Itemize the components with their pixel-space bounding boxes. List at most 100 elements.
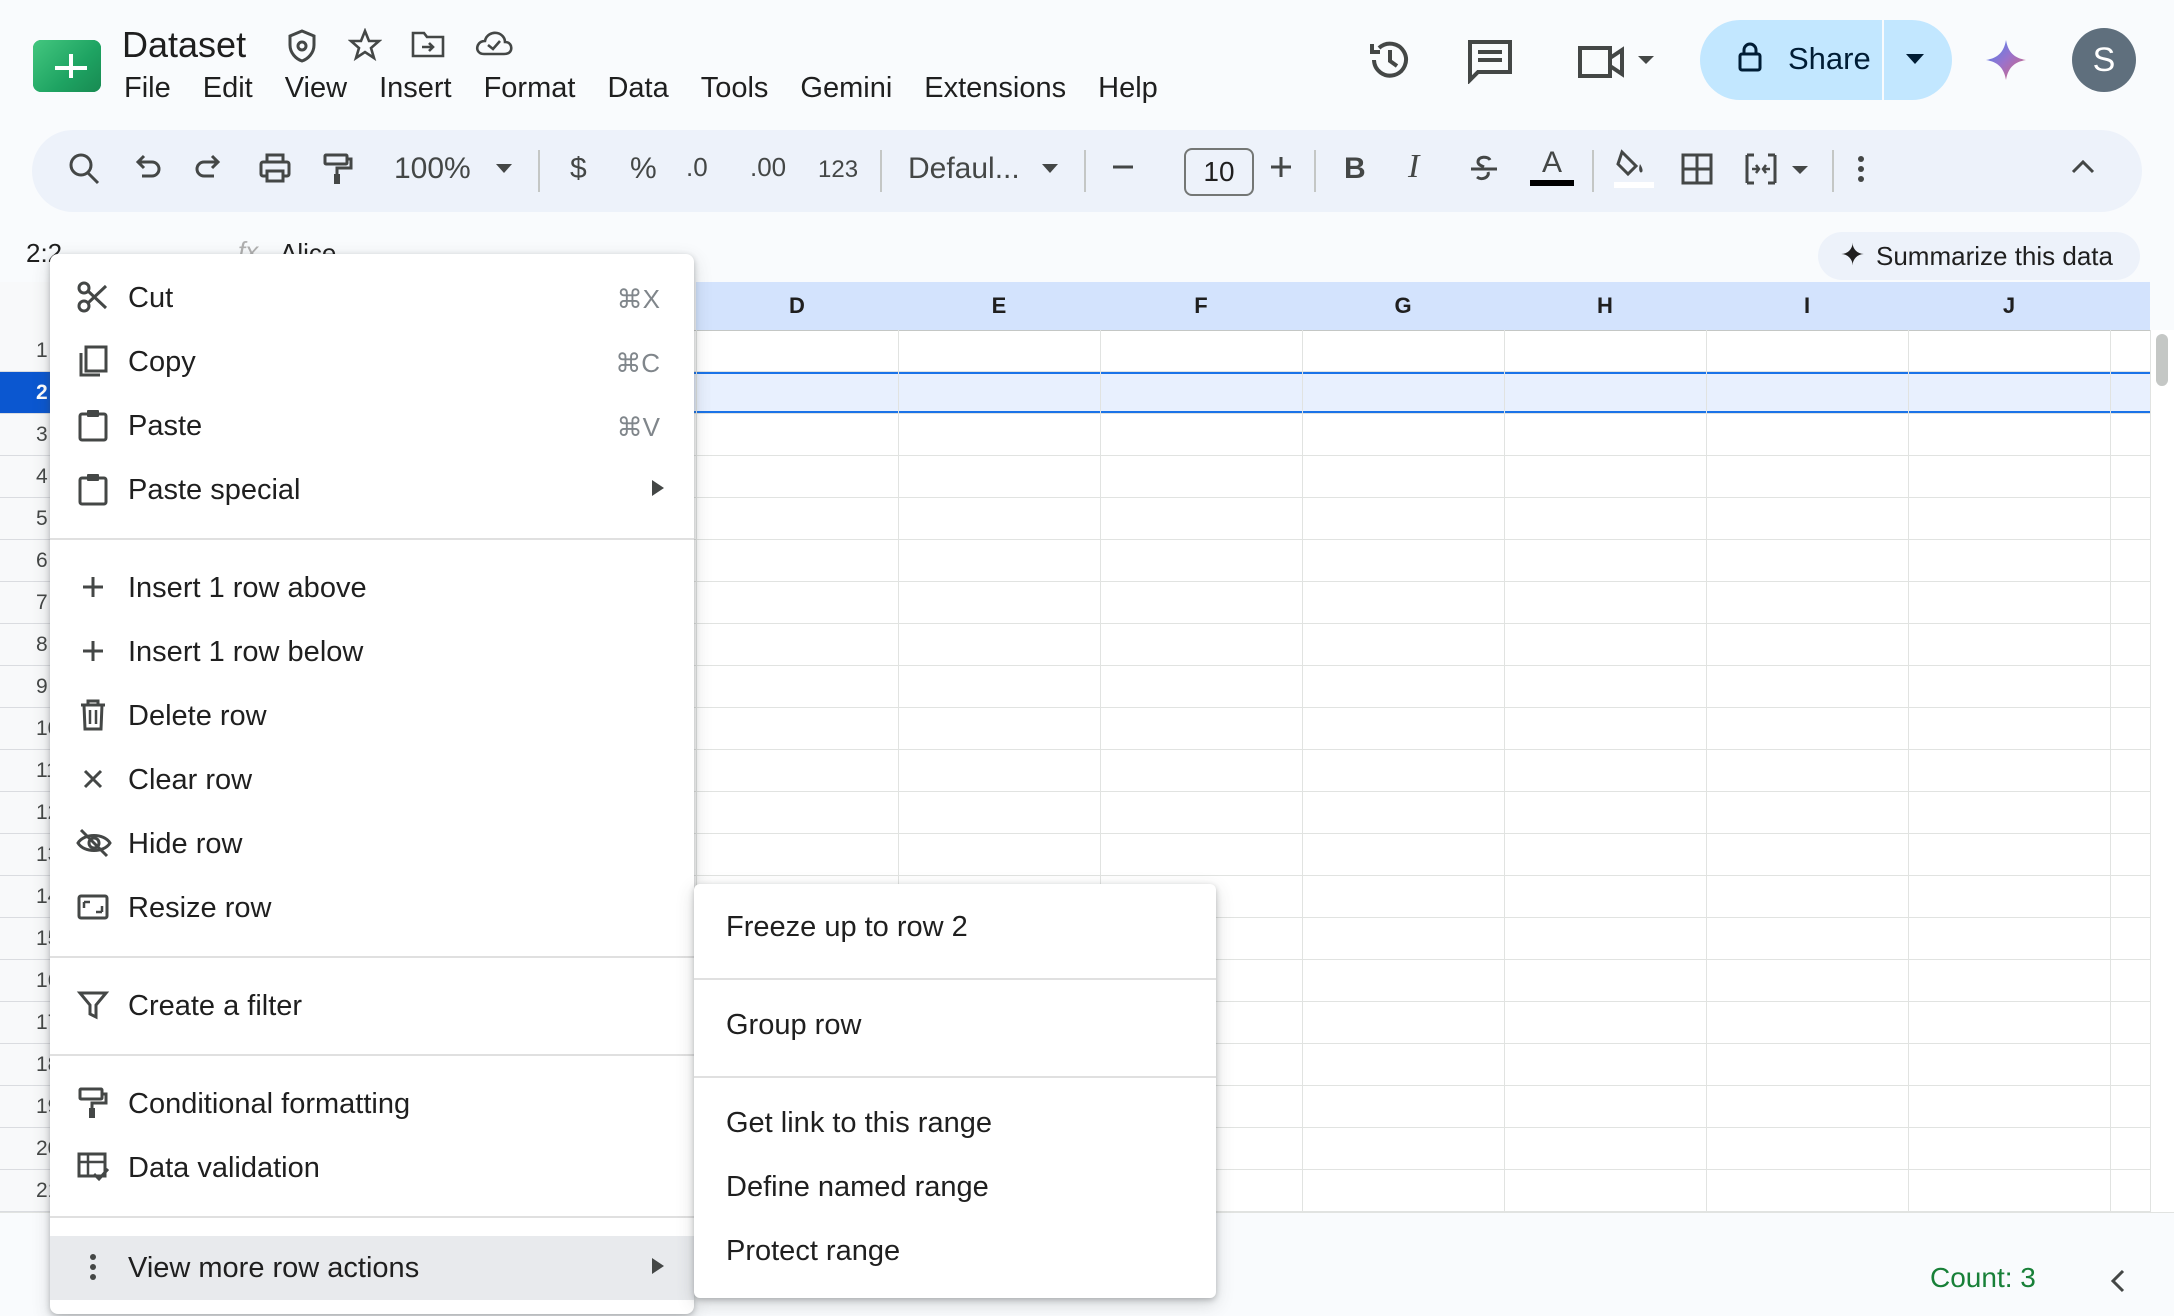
menu-item-create-filter[interactable]: Create a filter [50, 974, 694, 1038]
menu-help[interactable]: Help [1098, 72, 1158, 105]
row-header[interactable]: 10 [0, 708, 52, 750]
menu-item-clear-row[interactable]: Clear row [50, 748, 694, 812]
increase-decimal-button[interactable]: .00 [750, 152, 786, 183]
menu-extensions[interactable]: Extensions [924, 72, 1066, 105]
menu-item-insert-row-above[interactable]: Insert 1 row above [50, 556, 694, 620]
menu-item-hide-row[interactable]: Hide row [50, 812, 694, 876]
decrease-font-size-icon[interactable] [1110, 152, 1136, 190]
merge-cells-icon[interactable] [1744, 152, 1814, 194]
row-header[interactable]: 12 [0, 792, 52, 834]
undo-icon[interactable] [132, 152, 162, 190]
italic-button[interactable]: I [1408, 148, 1419, 186]
row-header[interactable]: 8 [0, 624, 52, 666]
redo-icon[interactable] [194, 152, 224, 190]
column-header-e[interactable]: E [898, 282, 1101, 330]
menu-item-conditional-formatting[interactable]: Conditional formatting [50, 1072, 694, 1136]
version-history-icon[interactable] [1366, 36, 1414, 94]
zoom-select[interactable]: 100% [394, 152, 471, 186]
row-header[interactable]: 14 [0, 876, 52, 918]
percent-format-button[interactable]: % [630, 152, 657, 186]
menu-edit[interactable]: Edit [203, 72, 253, 105]
column-header-f[interactable]: F [1100, 282, 1303, 330]
row-header[interactable]: 16 [0, 960, 52, 1002]
menu-item-cut[interactable]: Cut ⌘X [50, 266, 694, 330]
gemini-icon[interactable] [1984, 38, 2028, 87]
column-header-h[interactable]: H [1504, 282, 1707, 330]
row-header[interactable]: 21 [0, 1170, 52, 1212]
currency-format-button[interactable]: $ [570, 152, 587, 186]
menu-item-delete-row[interactable]: Delete row [50, 684, 694, 748]
submenu-item-freeze[interactable]: Freeze up to row 2 [694, 898, 1216, 958]
vertical-scroll-thumb[interactable] [2156, 334, 2168, 386]
menu-tools[interactable]: Tools [701, 72, 769, 105]
submenu-item-define-named-range[interactable]: Define named range [694, 1158, 1216, 1218]
font-size-input[interactable]: 10 [1184, 148, 1254, 196]
row-header[interactable]: 6 [0, 540, 52, 582]
move-folder-icon[interactable] [410, 28, 446, 68]
document-title[interactable]: Dataset [122, 24, 246, 66]
text-color-button[interactable]: A [1530, 146, 1574, 186]
share-button[interactable]: Share [1700, 20, 1952, 100]
submenu-item-protect-range[interactable]: Protect range [694, 1222, 1216, 1282]
menu-item-data-validation[interactable]: Data validation [50, 1136, 694, 1200]
menu-item-paste[interactable]: Paste ⌘V [50, 394, 694, 458]
comments-icon[interactable] [1466, 38, 1514, 94]
menu-file[interactable]: File [124, 72, 171, 105]
row-header[interactable]: 9 [0, 666, 52, 708]
menu-item-insert-row-below[interactable]: Insert 1 row below [50, 620, 694, 684]
menu-data[interactable]: Data [607, 72, 668, 105]
increase-font-size-icon[interactable] [1268, 152, 1294, 190]
decrease-decimal-button[interactable]: .0 [686, 152, 708, 183]
summarize-data-button[interactable]: ✦ Summarize this data [1818, 232, 2140, 280]
vertical-scrollbar[interactable] [2150, 330, 2174, 1212]
borders-icon[interactable] [1680, 152, 1714, 194]
collapse-toolbar-icon[interactable] [2068, 152, 2098, 190]
row-header[interactable]: 11 [0, 750, 52, 792]
row-header[interactable]: 2 [0, 372, 52, 414]
row-header[interactable]: 7 [0, 582, 52, 624]
meet-icon[interactable] [1576, 42, 1656, 92]
cloud-status-icon[interactable] [474, 28, 514, 66]
column-header-d[interactable]: D [696, 282, 899, 330]
fill-color-icon[interactable] [1612, 146, 1656, 198]
print-icon[interactable] [258, 152, 292, 192]
selection-count[interactable]: Count: 3 [1930, 1262, 2036, 1294]
search-menus-icon[interactable] [68, 152, 100, 194]
row-header[interactable]: 17 [0, 1002, 52, 1044]
more-options-icon[interactable] [1854, 152, 1868, 194]
column-header-j[interactable]: J [1908, 282, 2111, 330]
menu-view[interactable]: View [285, 72, 347, 105]
row-header[interactable]: 5 [0, 498, 52, 540]
row-header[interactable]: 15 [0, 918, 52, 960]
menu-gemini[interactable]: Gemini [800, 72, 892, 105]
row-header[interactable]: 4 [0, 456, 52, 498]
font-caret-icon[interactable] [1042, 164, 1058, 173]
strikethrough-icon[interactable] [1468, 152, 1500, 192]
paint-format-icon[interactable] [322, 152, 354, 194]
row-header[interactable]: 19 [0, 1086, 52, 1128]
star-icon[interactable] [347, 27, 383, 70]
submenu-item-get-link[interactable]: Get link to this range [694, 1094, 1216, 1154]
menu-item-view-more-row-actions[interactable]: View more row actions [50, 1236, 694, 1300]
menu-item-copy[interactable]: Copy ⌘C [50, 330, 694, 394]
avatar[interactable]: S [2072, 28, 2136, 92]
shield-icon[interactable] [286, 28, 318, 72]
zoom-caret-icon[interactable] [496, 164, 512, 173]
row-header[interactable]: 13 [0, 834, 52, 876]
menu-item-paste-special[interactable]: Paste special [50, 458, 694, 522]
row-header[interactable]: 18 [0, 1044, 52, 1086]
column-header-i[interactable]: I [1706, 282, 1909, 330]
menu-insert[interactable]: Insert [379, 72, 452, 105]
menu-format[interactable]: Format [484, 72, 576, 105]
row-header[interactable]: 3 [0, 414, 52, 456]
row-header[interactable]: 20 [0, 1128, 52, 1170]
side-panel-chevron-icon[interactable] [2108, 1266, 2128, 1304]
sheets-logo[interactable] [33, 40, 101, 92]
row-header[interactable]: 1 [0, 330, 52, 372]
font-select[interactable]: Defaul... [908, 152, 1020, 186]
share-dropdown-icon[interactable] [1906, 54, 1924, 64]
column-header-g[interactable]: G [1302, 282, 1505, 330]
column-header-k[interactable] [2110, 282, 2150, 330]
number-format-button[interactable]: 123 [818, 156, 858, 184]
menu-item-resize-row[interactable]: Resize row [50, 876, 694, 940]
